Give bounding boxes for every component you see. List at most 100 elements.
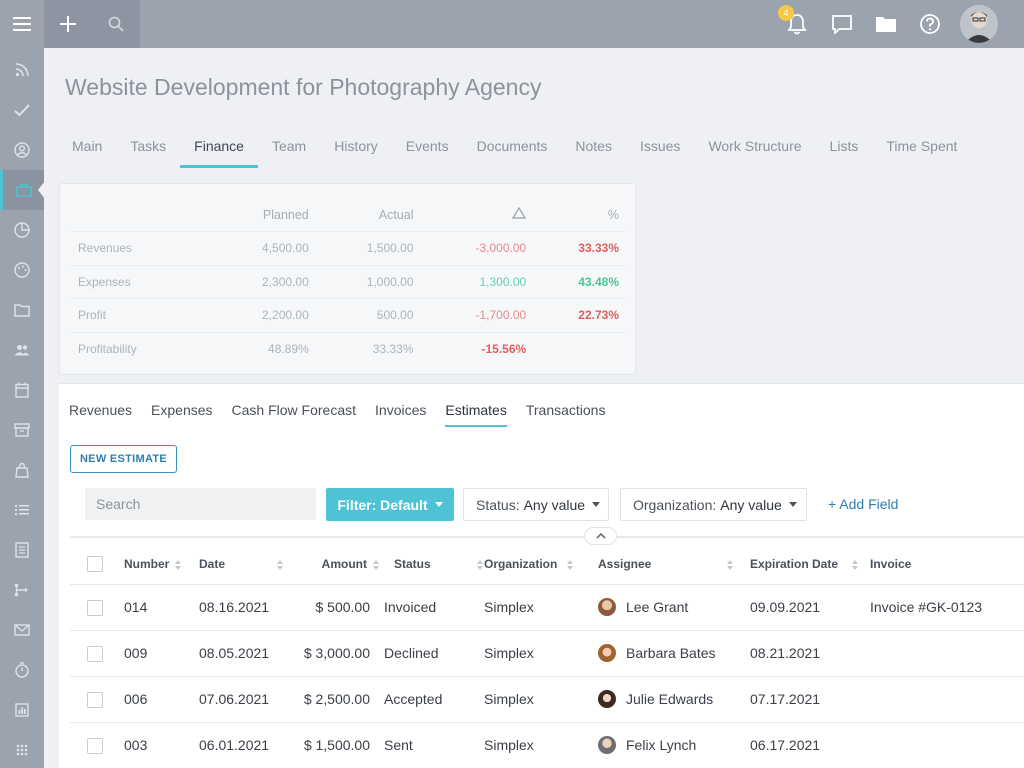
select-all-checkbox[interactable] [70, 544, 110, 585]
finance-actual: 1,500.00 [314, 231, 420, 265]
row-checkbox[interactable] [70, 630, 110, 677]
estimates-panel: Revenues Expenses Cash Flow Forecast Inv… [59, 383, 1024, 768]
column-invoice[interactable]: Invoice [870, 544, 1024, 585]
bell-icon[interactable]: 4 [778, 5, 809, 36]
row-checkbox[interactable] [70, 722, 110, 768]
table-row[interactable]: 014 08.16.2021 $ 500.00 Invoiced Simplex… [70, 584, 1024, 631]
subtab-expenses[interactable]: Expenses [151, 402, 212, 427]
tab-documents[interactable]: Documents [463, 128, 562, 168]
calendar-icon[interactable] [0, 370, 44, 410]
user-icon[interactable] [0, 130, 44, 170]
estimate-number-link[interactable]: 006 [110, 676, 187, 723]
organization-filter-dropdown[interactable]: Organization: Any value [620, 488, 807, 521]
column-organization[interactable]: Organization [484, 544, 598, 585]
invoice-link[interactable]: Invoice #GK-0123 [870, 584, 1024, 631]
tab-time-spent[interactable]: Time Spent [872, 128, 971, 168]
archive-icon[interactable] [0, 410, 44, 450]
tab-team[interactable]: Team [258, 128, 320, 168]
user-avatar[interactable] [960, 5, 998, 43]
row-checkbox[interactable] [70, 676, 110, 723]
chat-icon[interactable] [830, 12, 854, 36]
new-estimate-button[interactable]: NEW ESTIMATE [70, 445, 177, 473]
rss-icon[interactable] [0, 50, 44, 90]
sort-icon [727, 559, 734, 570]
finance-delta: -1,700.00 [419, 298, 533, 332]
search-icon[interactable] [91, 0, 140, 48]
finance-planned: 4,500.00 [210, 231, 315, 265]
finance-row-label: Profitability [70, 331, 210, 366]
filter-default-button[interactable]: Filter: Default [326, 488, 454, 521]
sort-icon [476, 559, 484, 570]
collapse-filters-button[interactable] [584, 527, 617, 545]
folder-icon[interactable] [874, 12, 898, 36]
column-amount-label: Amount [321, 556, 367, 571]
estimate-number-link[interactable]: 003 [110, 722, 187, 768]
document-icon[interactable] [0, 530, 44, 570]
tab-tasks[interactable]: Tasks [116, 128, 180, 168]
top-bar: 4 [0, 0, 1024, 48]
tab-lists[interactable]: Lists [816, 128, 873, 168]
timer-icon[interactable] [0, 650, 44, 690]
add-field-link[interactable]: + Add Field [828, 496, 898, 512]
tab-work-structure[interactable]: Work Structure [694, 128, 815, 168]
estimate-amount: $ 3,000.00 [297, 630, 384, 677]
page-title: Website Development for Photography Agen… [65, 74, 542, 100]
table-row[interactable]: 006 07.06.2021 $ 2,500.00 Accepted Simpl… [70, 676, 1024, 723]
column-expiration-date[interactable]: Expiration Date [750, 544, 870, 585]
column-status[interactable]: Status [384, 544, 484, 585]
table-row[interactable]: 003 06.01.2021 $ 1,500.00 Sent Simplex F… [70, 722, 1024, 768]
folder-outline-icon[interactable] [0, 290, 44, 330]
sort-icon [277, 559, 284, 570]
subtab-invoices[interactable]: Invoices [375, 402, 426, 427]
column-date[interactable]: Date [187, 544, 297, 585]
subtab-transactions[interactable]: Transactions [526, 402, 606, 427]
header-percent: % [607, 207, 619, 222]
organization-filter-value: Any value [720, 496, 782, 513]
finance-row-label: Revenues [70, 231, 210, 265]
check-icon[interactable] [0, 90, 44, 130]
list-icon[interactable] [0, 490, 44, 530]
estimate-date: 07.06.2021 [187, 676, 297, 723]
palette-icon[interactable] [0, 250, 44, 290]
estimate-number-link[interactable]: 009 [110, 630, 187, 677]
tab-issues[interactable]: Issues [626, 128, 694, 168]
finance-actual: 33.33% [314, 331, 420, 366]
finance-row-expenses: Expenses 2,300.00 1,000.00 1,300.00 43.4… [70, 264, 625, 299]
plus-icon[interactable] [44, 0, 91, 48]
active-pointer [38, 181, 45, 199]
invoice-empty [870, 722, 1024, 768]
search-input[interactable]: Search [85, 488, 316, 520]
column-number[interactable]: Number [110, 544, 187, 585]
report-icon[interactable] [0, 690, 44, 730]
assignee-name: Felix Lynch [626, 737, 697, 753]
status-filter-dropdown[interactable]: Status: Any value [463, 488, 609, 521]
mail-icon[interactable] [0, 610, 44, 650]
help-icon[interactable] [918, 12, 942, 36]
status-badge: Declined [384, 630, 484, 677]
pie-chart-icon[interactable] [0, 210, 44, 250]
tab-notes[interactable]: Notes [561, 128, 626, 168]
subtab-revenues[interactable]: Revenues [69, 402, 132, 427]
column-amount[interactable]: Amount [297, 544, 384, 585]
assignee-cell: Barbara Bates [598, 630, 750, 677]
tab-finance[interactable]: Finance [180, 128, 258, 168]
bag-icon[interactable] [0, 450, 44, 490]
tab-history[interactable]: History [320, 128, 392, 168]
tab-events[interactable]: Events [392, 128, 463, 168]
sort-icon [567, 559, 574, 570]
estimate-number-link[interactable]: 014 [110, 584, 187, 631]
finance-percent [532, 331, 625, 366]
estimate-amount: $ 500.00 [297, 584, 384, 631]
row-checkbox[interactable] [70, 584, 110, 631]
status-filter-label: Status: [476, 496, 520, 513]
subtab-cash-flow-forecast[interactable]: Cash Flow Forecast [232, 402, 356, 427]
subtab-estimates[interactable]: Estimates [445, 402, 507, 427]
apps-icon[interactable] [0, 730, 44, 768]
tab-main[interactable]: Main [58, 128, 116, 168]
menu-icon[interactable] [0, 0, 44, 48]
users-icon[interactable] [0, 330, 44, 370]
table-row[interactable]: 009 08.05.2021 $ 3,000.00 Declined Simpl… [70, 630, 1024, 677]
flow-icon[interactable] [0, 570, 44, 610]
column-assignee[interactable]: Assignee [598, 544, 750, 585]
finance-actual: 500.00 [314, 298, 420, 332]
